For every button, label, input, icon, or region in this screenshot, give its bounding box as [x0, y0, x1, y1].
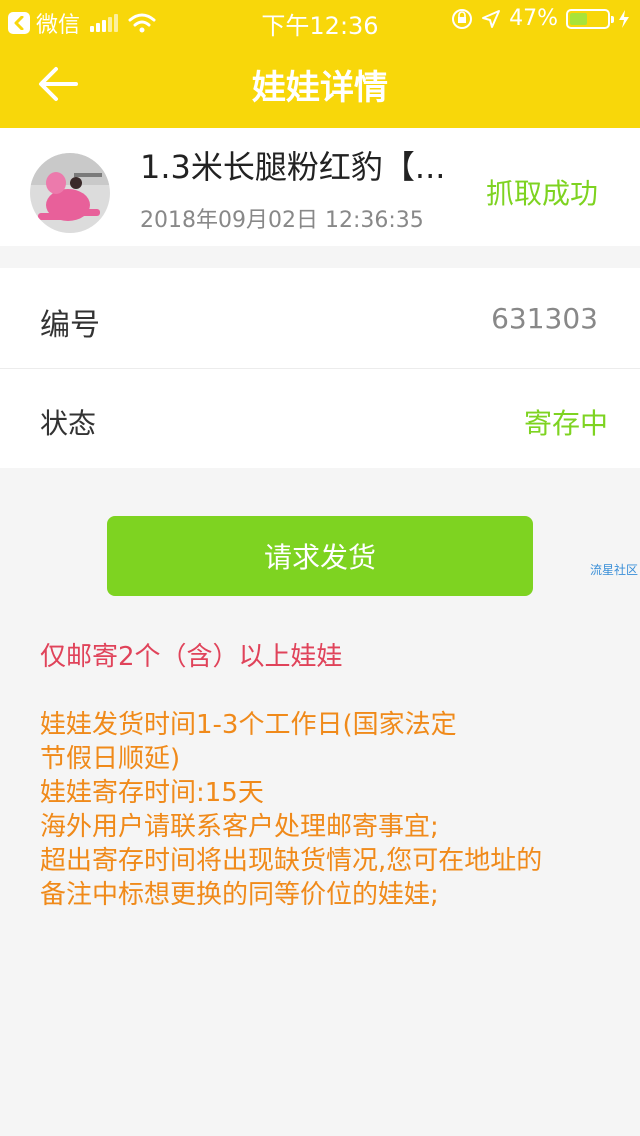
- product-timestamp: 2018年09月02日 12:36:35: [140, 208, 424, 233]
- id-label: 编号: [40, 308, 100, 343]
- location-icon: [482, 9, 501, 28]
- battery-percent: 47%: [509, 6, 558, 31]
- shipping-note-line: 超出寄存时间将出现缺货情况,您可在地址的: [40, 846, 543, 876]
- state-label: 状态: [40, 407, 97, 440]
- shipping-note-line: 娃娃寄存时间:15天: [40, 778, 264, 808]
- shipping-note-line: 娃娃发货时间1-3个工作日(国家法定: [40, 710, 457, 740]
- shipping-note-line: 海外用户请联系客户处理邮寄事宜;: [40, 812, 439, 842]
- status-bar-right: 47%: [451, 6, 630, 31]
- product-name: 1.3米长腿粉红豹【...: [140, 148, 446, 186]
- state-row: 状态 寄存中: [0, 368, 640, 468]
- shipping-note-line: 节假日顺延): [40, 744, 181, 774]
- shipping-notes: 娃娃发货时间1-3个工作日(国家法定 节假日顺延) 娃娃寄存时间:15天 海外用…: [40, 708, 610, 912]
- battery-icon: [566, 8, 614, 29]
- id-row: 编号 631303: [0, 268, 640, 369]
- product-thumbnail: [30, 153, 110, 233]
- catch-status: 抓取成功: [485, 177, 598, 210]
- state-value: 寄存中: [523, 407, 608, 440]
- shipping-note-line: 备注中标想更换的同等价位的娃娃;: [40, 880, 439, 910]
- id-value: 631303: [491, 302, 598, 335]
- app-header: 微信 下午12:36 47% 娃娃详情: [0, 0, 640, 128]
- min-quantity-note: 仅邮寄2个（含）以上娃娃: [40, 642, 343, 672]
- request-shipping-button[interactable]: 请求发货: [107, 516, 533, 596]
- product-card[interactable]: 1.3米长腿粉红豹【... 2018年09月02日 12:36:35 抓取成功: [0, 128, 640, 246]
- watermark: 流星社区: [590, 563, 639, 577]
- page-title: 娃娃详情: [252, 68, 388, 108]
- status-bar: 微信 下午12:36 47%: [0, 0, 640, 40]
- charging-icon: [619, 9, 629, 28]
- orientation-lock-icon: [452, 8, 473, 29]
- info-block: 编号 631303 状态 寄存中: [0, 268, 640, 468]
